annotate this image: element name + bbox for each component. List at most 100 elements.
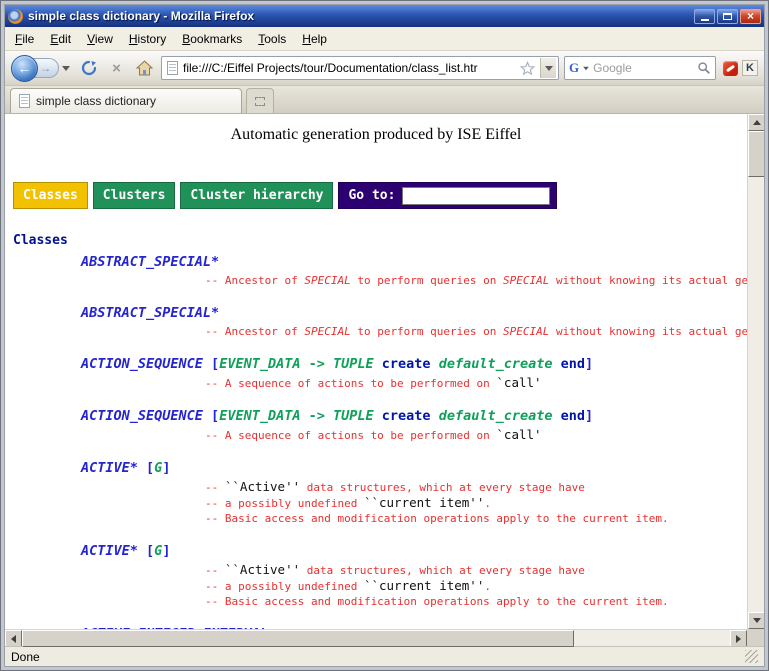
title-bar[interactable]: simple class dictionary - Mozilla Firefo… (5, 5, 764, 27)
horizontal-scroll-track[interactable] (22, 630, 730, 646)
home-button[interactable] (133, 57, 156, 80)
cluster-hierarchy-nav-button[interactable]: Cluster hierarchy (180, 182, 333, 209)
window-title: simple class dictionary - Mozilla Firefo… (28, 9, 689, 23)
code-segment: ``current item'' (364, 495, 484, 510)
menu-bookmarks[interactable]: Bookmarks (174, 28, 250, 50)
class-comment-line: -- A sequence of actions to be performed… (205, 375, 747, 391)
status-text: Done (11, 650, 40, 664)
window-frame: simple class dictionary - Mozilla Firefo… (4, 4, 765, 667)
code-segment: `call' (496, 427, 541, 442)
class-entry: ACTIVE_INTEGER_INTERVAL (81, 626, 747, 629)
history-dropdown-button[interactable] (59, 58, 72, 78)
back-icon: ← (18, 60, 32, 76)
scroll-left-button[interactable] (5, 630, 22, 647)
content-viewport: Automatic generation produced by ISE Eif… (5, 114, 764, 646)
code-segment: SPECIAL (503, 274, 549, 287)
google-engine-icon[interactable]: G (569, 60, 579, 76)
code-segment: . (484, 497, 491, 510)
site-identity-icon[interactable] (167, 61, 178, 75)
class-comment-line: -- A sequence of actions to be performed… (205, 427, 747, 443)
tab-bar: simple class dictionary (5, 86, 764, 114)
code-segment: create (382, 356, 431, 372)
code-segment: ] (162, 460, 170, 476)
code-segment: end (561, 408, 585, 424)
code-segment: EVENT_DATA (219, 356, 300, 372)
code-segment: TUPLE (333, 408, 374, 424)
menu-history[interactable]: History (121, 28, 174, 50)
search-magnifier-icon[interactable] (697, 61, 711, 75)
maximize-icon (723, 13, 732, 20)
scroll-down-button[interactable] (748, 612, 765, 629)
menu-edit[interactable]: Edit (42, 28, 79, 50)
url-dropdown-button[interactable] (540, 58, 556, 78)
code-segment: -- Basic access and modification operati… (205, 595, 669, 608)
code-segment: without knowing its actual generic type. (549, 325, 747, 338)
bookmark-star-icon[interactable] (520, 61, 535, 76)
reload-icon (81, 60, 97, 76)
arrow-left-icon (11, 635, 16, 643)
code-segment: ACTIVE* (81, 543, 146, 559)
menu-view[interactable]: View (79, 28, 121, 50)
code-segment: -- (205, 564, 225, 577)
back-button[interactable]: ← (11, 55, 38, 82)
code-segment: -- a possibly undefined (205, 580, 364, 593)
scroll-up-button[interactable] (748, 114, 765, 131)
code-segment: -- A sequence of actions to be performed… (205, 377, 496, 390)
clusters-nav-button[interactable]: Clusters (93, 182, 176, 209)
code-segment: EVENT_DATA (219, 408, 300, 424)
k-addon-icon[interactable]: K (742, 60, 758, 76)
engine-dropdown-icon[interactable] (583, 66, 589, 70)
tab-simple-class-dictionary[interactable]: simple class dictionary (10, 88, 242, 113)
class-name-link[interactable]: ACTIVE_INTEGER_INTERVAL (81, 626, 747, 629)
class-name-link[interactable]: ACTIVE* [G] (81, 460, 747, 477)
resize-grip-icon[interactable] (745, 650, 758, 663)
stop-button[interactable]: × (105, 57, 128, 80)
maximize-button[interactable] (717, 9, 738, 24)
code-segment: without knowing its actual generic type. (549, 274, 747, 287)
class-name-link[interactable]: ACTION_SEQUENCE [EVENT_DATA -> TUPLE cre… (81, 356, 747, 373)
url-input[interactable] (183, 61, 515, 75)
class-entry: ACTIVE* [G]-- ``Active'' data structures… (81, 543, 747, 609)
class-comment-line: -- Basic access and modification operati… (205, 594, 747, 609)
vertical-scrollbar[interactable] (747, 114, 764, 646)
code-segment: `call' (496, 375, 541, 390)
code-segment (431, 356, 439, 372)
goto-input[interactable] (402, 187, 550, 205)
red-addon-icon[interactable] (723, 61, 738, 76)
classes-nav-button[interactable]: Classes (13, 182, 88, 209)
menu-tools[interactable]: Tools (250, 28, 294, 50)
chevron-down-icon (62, 66, 70, 71)
firefox-icon[interactable] (8, 9, 23, 24)
search-input[interactable] (593, 61, 694, 75)
goto-cell: Go to: (338, 182, 557, 209)
class-entry: ACTION_SEQUENCE [EVENT_DATA -> TUPLE cre… (81, 356, 747, 391)
menu-help[interactable]: Help (294, 28, 335, 50)
tab-overflow-button[interactable] (246, 88, 274, 113)
class-name-link[interactable]: ACTION_SEQUENCE [EVENT_DATA -> TUPLE cre… (81, 408, 747, 425)
class-name-link[interactable]: ABSTRACT_SPECIAL* (81, 305, 747, 322)
reload-button[interactable] (77, 57, 100, 80)
code-segment (552, 408, 560, 424)
horizontal-scroll-thumb[interactable] (22, 630, 574, 647)
code-segment: ``Active'' (225, 562, 300, 577)
code-segment: ABSTRACT_SPECIAL* (81, 254, 219, 270)
class-entry: ABSTRACT_SPECIAL*-- Ancestor of SPECIAL … (81, 254, 747, 288)
menu-bar: File Edit View History Bookmarks Tools H… (5, 27, 764, 51)
code-segment: -> (300, 408, 333, 424)
vertical-scroll-thumb[interactable] (748, 131, 765, 177)
navigation-toolbar: ← → × (5, 51, 764, 86)
home-icon (136, 60, 153, 76)
class-name-link[interactable]: ABSTRACT_SPECIAL* (81, 254, 747, 271)
code-segment: [ (146, 460, 154, 476)
vertical-scroll-track[interactable] (748, 131, 764, 612)
horizontal-scrollbar[interactable] (5, 629, 747, 646)
code-segment: default_create (439, 408, 553, 424)
browser-window: simple class dictionary - Mozilla Firefo… (0, 0, 769, 671)
scroll-right-button[interactable] (730, 630, 747, 647)
close-button[interactable]: × (740, 9, 761, 24)
code-segment: -> (300, 356, 333, 372)
menu-file[interactable]: File (7, 28, 42, 50)
minimize-button[interactable] (694, 9, 715, 24)
code-segment: [ (146, 543, 154, 559)
class-name-link[interactable]: ACTIVE* [G] (81, 543, 747, 560)
